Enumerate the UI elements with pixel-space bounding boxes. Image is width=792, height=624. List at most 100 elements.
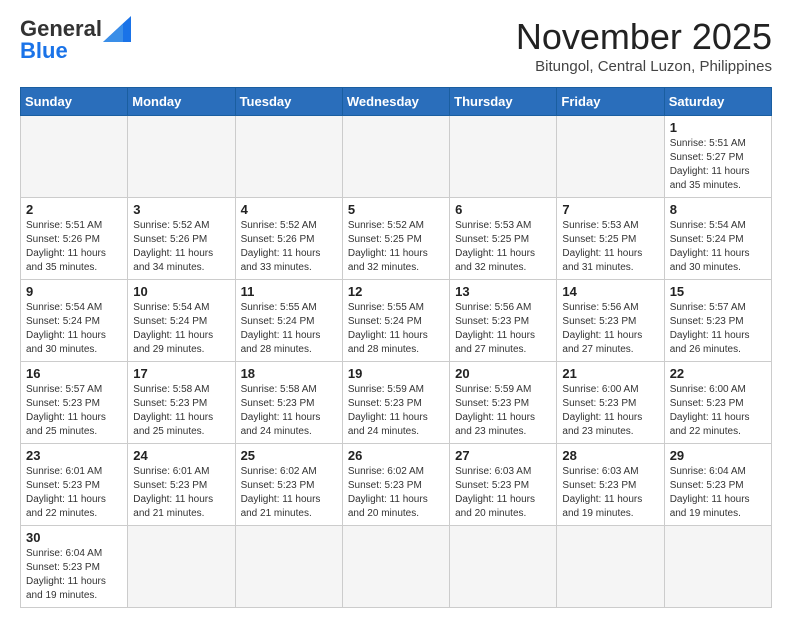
calendar-cell: 29 Sunrise: 6:04 AMSunset: 5:23 PMDayligh… <box>664 444 771 526</box>
calendar-cell <box>450 116 557 198</box>
day-header-saturday: Saturday <box>664 88 771 116</box>
day-info: Sunrise: 5:55 AMSunset: 5:24 PMDaylight:… <box>348 301 444 357</box>
calendar-cell: 1Sunrise: 5:51 AMSunset: 5:27 PMDaylight… <box>664 116 771 198</box>
calendar-cell: 14 Sunrise: 5:56 AMSunset: 5:23 PMDayligh… <box>557 280 664 362</box>
day-number: 21 <box>562 366 658 381</box>
day-info: Sunrise: 6:01 AMSunset: 5:23 PMDaylight:… <box>133 465 229 521</box>
calendar-cell: 10Sunrise: 5:54 AMSunset: 5:24 PMDayligh… <box>128 280 235 362</box>
day-info: Sunrise: 6:03 AMSunset: 5:23 PMDaylight:… <box>455 465 551 521</box>
day-number: 14 <box>562 284 658 299</box>
logo-icon <box>103 16 131 42</box>
calendar-week-row: 30Sunrise: 6:04 AMSunset: 5:23 PMDayligh… <box>21 526 772 608</box>
day-header-tuesday: Tuesday <box>235 88 342 116</box>
calendar-cell <box>342 116 449 198</box>
calendar-week-row: 16 Sunrise: 5:57 AMSunset: 5:23 PMDayligh… <box>21 362 772 444</box>
day-number: 30 <box>26 530 122 545</box>
calendar-cell <box>21 116 128 198</box>
day-info: Sunrise: 6:04 AMSunset: 5:23 PMDaylight:… <box>670 465 766 521</box>
day-number: 20 <box>455 366 551 381</box>
calendar-cell: 15Sunrise: 5:57 AMSunset: 5:23 PMDayligh… <box>664 280 771 362</box>
day-info: Sunrise: 5:58 AMSunset: 5:23 PMDaylight:… <box>133 383 229 439</box>
day-number: 8 <box>670 202 766 217</box>
day-number: 23 <box>26 448 122 463</box>
day-number: 22 <box>670 366 766 381</box>
page-subtitle: Bitungol, Central Luzon, Philippines <box>516 58 772 75</box>
day-info: Sunrise: 5:58 AMSunset: 5:23 PMDaylight:… <box>241 383 337 439</box>
calendar-cell: 2 Sunrise: 5:51 AMSunset: 5:26 PMDaylight… <box>21 198 128 280</box>
day-number: 12 <box>348 284 444 299</box>
calendar-cell: 7 Sunrise: 5:53 AMSunset: 5:25 PMDaylight… <box>557 198 664 280</box>
day-number: 3 <box>133 202 229 217</box>
calendar-cell: 12 Sunrise: 5:55 AMSunset: 5:24 PMDayligh… <box>342 280 449 362</box>
day-number: 29 <box>670 448 766 463</box>
calendar-cell: 3Sunrise: 5:52 AMSunset: 5:26 PMDaylight… <box>128 198 235 280</box>
day-number: 7 <box>562 202 658 217</box>
logo-blue-text: Blue <box>20 38 68 64</box>
calendar-cell: 13 Sunrise: 5:56 AMSunset: 5:23 PMDayligh… <box>450 280 557 362</box>
day-info: Sunrise: 6:03 AMSunset: 5:23 PMDaylight:… <box>562 465 658 521</box>
day-info: Sunrise: 6:02 AMSunset: 5:23 PMDaylight:… <box>241 465 337 521</box>
calendar-cell: 24 Sunrise: 6:01 AMSunset: 5:23 PMDayligh… <box>128 444 235 526</box>
calendar-cell <box>235 116 342 198</box>
day-number: 24 <box>133 448 229 463</box>
day-number: 6 <box>455 202 551 217</box>
day-info: Sunrise: 6:01 AMSunset: 5:23 PMDaylight:… <box>26 465 122 521</box>
day-number: 16 <box>26 366 122 381</box>
day-header-monday: Monday <box>128 88 235 116</box>
day-number: 9 <box>26 284 122 299</box>
day-number: 28 <box>562 448 658 463</box>
calendar-cell: 11Sunrise: 5:55 AMSunset: 5:24 PMDayligh… <box>235 280 342 362</box>
calendar-cell <box>664 526 771 608</box>
day-header-wednesday: Wednesday <box>342 88 449 116</box>
day-info: Sunrise: 5:52 AMSunset: 5:26 PMDaylight:… <box>241 219 337 275</box>
calendar-cell: 9 Sunrise: 5:54 AMSunset: 5:24 PMDaylight… <box>21 280 128 362</box>
day-info: Sunrise: 5:51 AMSunset: 5:26 PMDaylight:… <box>26 219 122 275</box>
page-title: November 2025 <box>516 16 772 58</box>
day-info: Sunrise: 5:52 AMSunset: 5:25 PMDaylight:… <box>348 219 444 275</box>
calendar-cell: 18 Sunrise: 5:58 AMSunset: 5:23 PMDayligh… <box>235 362 342 444</box>
calendar-cell: 30Sunrise: 6:04 AMSunset: 5:23 PMDayligh… <box>21 526 128 608</box>
calendar-table: SundayMondayTuesdayWednesdayThursdayFrid… <box>20 87 772 608</box>
calendar-cell: 22 Sunrise: 6:00 AMSunset: 5:23 PMDayligh… <box>664 362 771 444</box>
calendar-cell: 16 Sunrise: 5:57 AMSunset: 5:23 PMDayligh… <box>21 362 128 444</box>
day-number: 19 <box>348 366 444 381</box>
day-number: 2 <box>26 202 122 217</box>
day-info: Sunrise: 5:57 AMSunset: 5:23 PMDaylight:… <box>26 383 122 439</box>
day-info: Sunrise: 6:00 AMSunset: 5:23 PMDaylight:… <box>670 383 766 439</box>
logo: General Blue <box>20 16 131 64</box>
day-info: Sunrise: 5:53 AMSunset: 5:25 PMDaylight:… <box>562 219 658 275</box>
day-info: Sunrise: 5:59 AMSunset: 5:23 PMDaylight:… <box>455 383 551 439</box>
day-info: Sunrise: 6:02 AMSunset: 5:23 PMDaylight:… <box>348 465 444 521</box>
calendar-week-row: 1Sunrise: 5:51 AMSunset: 5:27 PMDaylight… <box>21 116 772 198</box>
day-info: Sunrise: 5:54 AMSunset: 5:24 PMDaylight:… <box>26 301 122 357</box>
calendar-cell <box>342 526 449 608</box>
day-number: 25 <box>241 448 337 463</box>
title-area: November 2025 Bitungol, Central Luzon, P… <box>516 16 772 75</box>
day-header-friday: Friday <box>557 88 664 116</box>
day-number: 26 <box>348 448 444 463</box>
day-number: 13 <box>455 284 551 299</box>
calendar-cell: 21 Sunrise: 6:00 AMSunset: 5:23 PMDayligh… <box>557 362 664 444</box>
calendar-cell: 25 Sunrise: 6:02 AMSunset: 5:23 PMDayligh… <box>235 444 342 526</box>
day-number: 18 <box>241 366 337 381</box>
day-info: Sunrise: 5:56 AMSunset: 5:23 PMDaylight:… <box>562 301 658 357</box>
calendar-cell <box>450 526 557 608</box>
day-header-thursday: Thursday <box>450 88 557 116</box>
calendar-cell: 28 Sunrise: 6:03 AMSunset: 5:23 PMDayligh… <box>557 444 664 526</box>
calendar-week-row: 9 Sunrise: 5:54 AMSunset: 5:24 PMDaylight… <box>21 280 772 362</box>
day-info: Sunrise: 5:54 AMSunset: 5:24 PMDaylight:… <box>670 219 766 275</box>
day-info: Sunrise: 6:00 AMSunset: 5:23 PMDaylight:… <box>562 383 658 439</box>
day-info: Sunrise: 5:56 AMSunset: 5:23 PMDaylight:… <box>455 301 551 357</box>
day-number: 10 <box>133 284 229 299</box>
calendar-cell <box>557 116 664 198</box>
calendar-cell <box>235 526 342 608</box>
calendar-cell: 26 Sunrise: 6:02 AMSunset: 5:23 PMDayligh… <box>342 444 449 526</box>
day-info: Sunrise: 5:57 AMSunset: 5:23 PMDaylight:… <box>670 301 766 357</box>
calendar-cell: 23 Sunrise: 6:01 AMSunset: 5:23 PMDayligh… <box>21 444 128 526</box>
calendar-cell: 8 Sunrise: 5:54 AMSunset: 5:24 PMDaylight… <box>664 198 771 280</box>
calendar-week-row: 2 Sunrise: 5:51 AMSunset: 5:26 PMDaylight… <box>21 198 772 280</box>
calendar-cell: 6Sunrise: 5:53 AMSunset: 5:25 PMDaylight… <box>450 198 557 280</box>
day-info: Sunrise: 5:59 AMSunset: 5:23 PMDaylight:… <box>348 383 444 439</box>
day-number: 11 <box>241 284 337 299</box>
day-number: 4 <box>241 202 337 217</box>
